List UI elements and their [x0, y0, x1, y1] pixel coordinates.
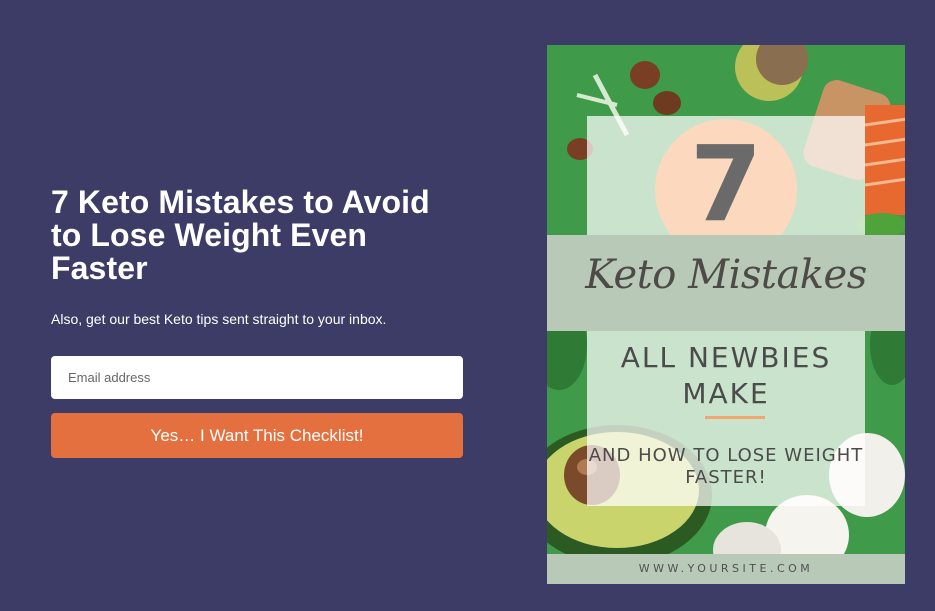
email-input[interactable]: [51, 356, 463, 399]
cover-script-title: Keto Mistakes: [585, 252, 867, 298]
submit-checklist-button[interactable]: Yes… I Want This Checklist!: [51, 413, 463, 458]
optin-form-section: 7 Keto Mistakes to Avoid to Lose Weight …: [51, 186, 463, 458]
optin-headline: 7 Keto Mistakes to Avoid to Lose Weight …: [51, 184, 430, 286]
cover-tagline: AND HOW TO LOSE WEIGHT FASTER!: [588, 445, 864, 488]
ebook-cover-image: 7 Keto Mistakes ALL NEWBIES MAKE AND HOW…: [547, 45, 905, 584]
optin-subtext: Also, get our best Keto tips sent straig…: [51, 311, 387, 327]
optin-page: 7 Keto Mistakes to Avoid to Lose Weight …: [0, 0, 935, 611]
cover-website: WWW.YOURSITE.COM: [638, 562, 814, 575]
cover-number: 7: [689, 123, 763, 245]
cover-subtitle: ALL NEWBIES MAKE: [620, 341, 832, 410]
cover-subtitle-underline: [705, 416, 765, 419]
